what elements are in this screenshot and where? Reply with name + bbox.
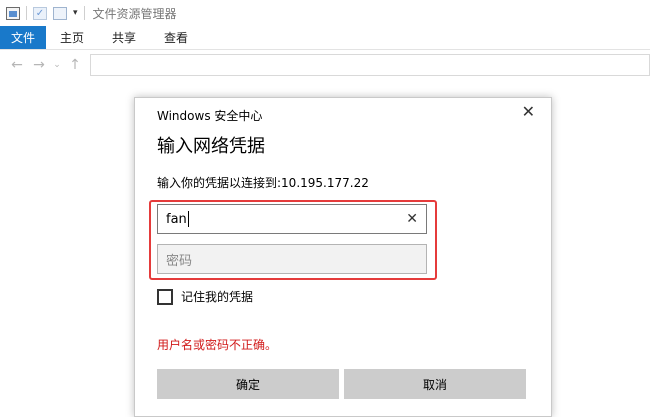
tab-home[interactable]: 主页 (46, 26, 98, 49)
navigation-bar: ← → ⌄ ↑ (0, 50, 650, 80)
credentials-dialog: Windows 安全中心 ✕ 输入网络凭据 输入你的凭据以连接到:10.195.… (134, 97, 552, 417)
ok-button[interactable]: 确定 (157, 369, 339, 399)
recent-locations-icon[interactable]: ⌄ (50, 60, 64, 70)
cancel-button[interactable]: 取消 (344, 369, 526, 399)
check-icon[interactable]: ✓ (33, 6, 47, 20)
up-arrow-icon[interactable]: ↑ (64, 57, 86, 73)
text-caret (187, 211, 189, 227)
close-icon[interactable]: ✕ (522, 104, 535, 120)
password-placeholder: 密码 (166, 253, 193, 269)
tab-file[interactable]: 文件 (0, 26, 46, 49)
dialog-caption: Windows 安全中心 (157, 109, 263, 123)
clear-icon[interactable]: ✕ (406, 211, 418, 227)
tab-share[interactable]: 共享 (98, 26, 150, 49)
folder-icon (6, 6, 20, 20)
divider (26, 6, 27, 20)
dropdown-icon[interactable]: ▾ (73, 8, 78, 18)
dialog-prompt: 输入你的凭据以连接到:10.195.177.22 (157, 176, 369, 190)
title-bar: ✓ ▾ 文件资源管理器 (0, 0, 650, 26)
page-icon[interactable] (53, 6, 67, 20)
error-message: 用户名或密码不正确。 (157, 338, 278, 352)
username-field[interactable]: fan ✕ (157, 204, 427, 234)
forward-arrow-icon[interactable]: → (28, 57, 50, 73)
address-bar[interactable] (90, 54, 650, 76)
tab-view[interactable]: 查看 (150, 26, 202, 49)
remember-credentials[interactable]: 记住我的凭据 (157, 288, 253, 305)
username-value: fan (166, 211, 187, 227)
remember-checkbox[interactable] (157, 288, 173, 305)
divider (83, 6, 85, 20)
ribbon-tabs: 文件 主页 共享 查看 (0, 26, 650, 50)
remember-label: 记住我的凭据 (181, 290, 254, 304)
password-field[interactable]: 密码 (157, 244, 427, 274)
back-arrow-icon[interactable]: ← (6, 57, 28, 73)
dialog-title: 输入网络凭据 (157, 136, 265, 157)
window-title: 文件资源管理器 (92, 6, 177, 21)
